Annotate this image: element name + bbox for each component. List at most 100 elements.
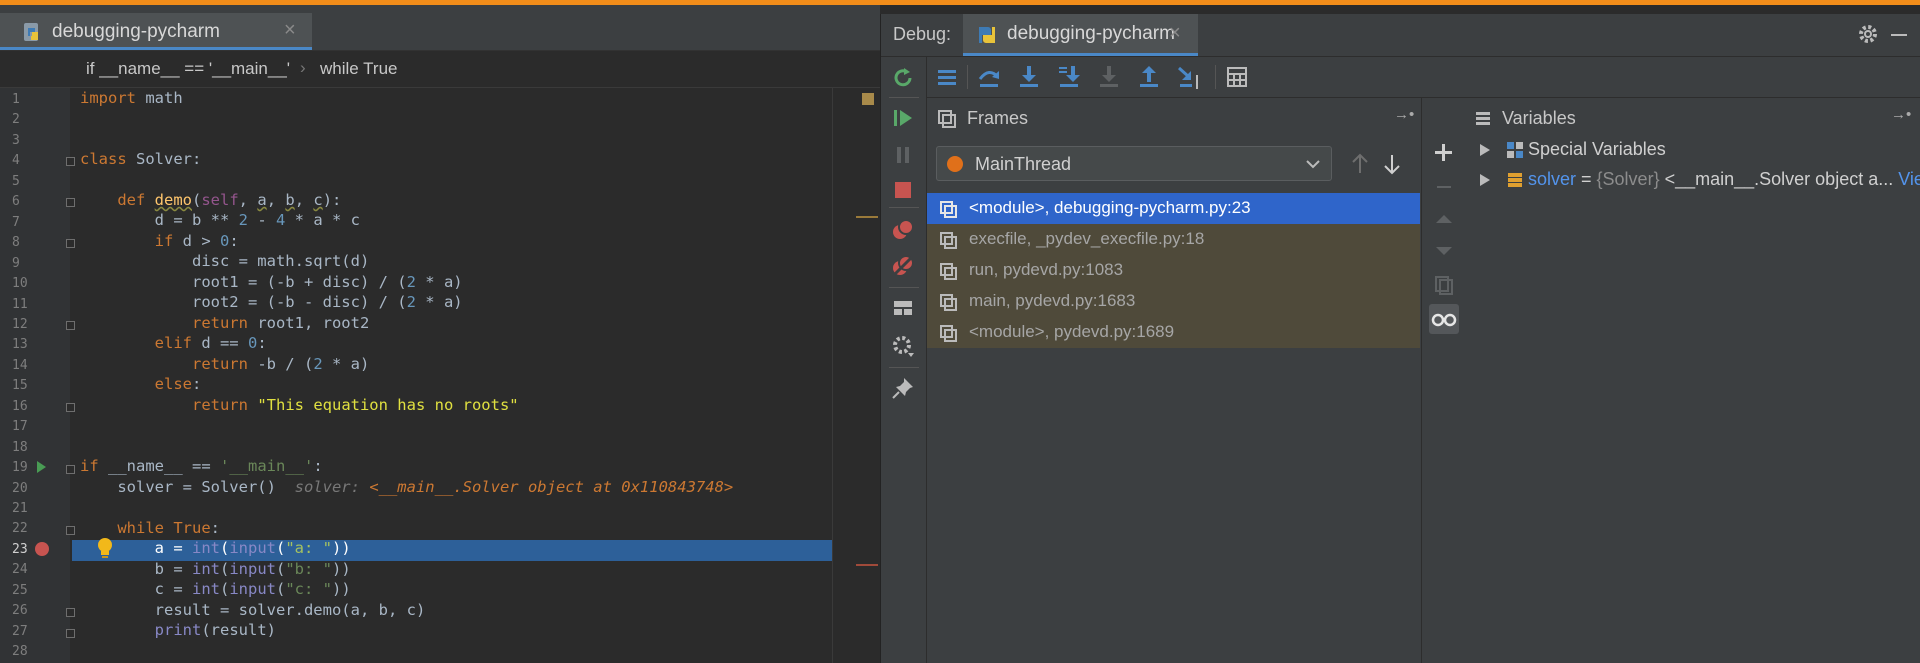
close-icon[interactable]: ×: [1169, 22, 1181, 45]
debug-stepping-toolbar: [927, 57, 1920, 98]
variable-row-solver[interactable]: solver = {Solver} <__main__.Solver objec…: [1466, 166, 1920, 194]
hide-panel-icon[interactable]: →•: [1891, 106, 1911, 123]
duplicate-watch-icon[interactable]: [1429, 270, 1459, 300]
debug-tab-debugging-pycharm[interactable]: debugging-pycharm ×: [963, 14, 1198, 56]
editor-error-stripe[interactable]: [832, 88, 881, 663]
evaluate-expression-icon[interactable]: [1223, 63, 1251, 91]
toolbar-separator: [967, 65, 968, 89]
step-into-my-code-icon[interactable]: [1055, 63, 1083, 91]
variable-name: solver: [1528, 169, 1577, 189]
line-number: 18: [12, 439, 28, 455]
force-step-into-icon[interactable]: [1095, 63, 1123, 91]
pin-icon[interactable]: [890, 375, 916, 401]
fold-marker[interactable]: [66, 629, 75, 638]
frame-item[interactable]: main, pydevd.py:1683: [927, 286, 1420, 317]
frame-item[interactable]: <module>, pydevd.py:1689: [927, 317, 1420, 348]
warning-indicator-icon[interactable]: [862, 93, 874, 105]
debug-tool-window: Debug: debugging-pycharm × Frames →• Mai…: [880, 14, 1920, 663]
lightbulb-icon[interactable]: [95, 536, 115, 565]
fold-marker[interactable]: [66, 239, 75, 248]
editor-tab-label: debugging-pycharm: [52, 21, 220, 42]
frame-item[interactable]: <module>, debugging-pycharm.py:23: [927, 193, 1420, 224]
step-into-icon[interactable]: [1015, 63, 1043, 91]
line-number: 16: [12, 398, 28, 414]
run-to-cursor-icon[interactable]: [1175, 63, 1203, 91]
frame-item[interactable]: execfile, _pydev_execfile.py:18: [927, 224, 1420, 255]
variables-toolbar: [1421, 98, 1467, 663]
fold-marker[interactable]: [66, 608, 75, 617]
fold-marker[interactable]: [66, 526, 75, 535]
line-number: 19: [12, 460, 28, 476]
breadcrumb-separator: ›: [300, 58, 306, 77]
code-line-20: solver = Solver() solver: <__main__.Solv…: [80, 478, 734, 496]
code-area[interactable]: import math class Solver: def demo(self,…: [0, 88, 832, 663]
python-file-icon: [22, 22, 44, 49]
inline-debug-hint-label: solver:: [294, 478, 360, 496]
move-down-icon[interactable]: [1429, 236, 1459, 266]
previous-frame-icon[interactable]: [1349, 152, 1371, 181]
frames-icon: [937, 109, 957, 134]
gear-icon[interactable]: [1856, 22, 1880, 51]
minimize-icon[interactable]: [1891, 34, 1907, 36]
rerun-icon[interactable]: [890, 65, 916, 91]
line-number: 17: [12, 419, 28, 435]
frame-icon: [939, 231, 959, 256]
fold-marker[interactable]: [66, 321, 75, 330]
remove-watch-icon[interactable]: [1429, 172, 1459, 202]
show-execution-point-icon[interactable]: [933, 63, 961, 91]
variable-row-special[interactable]: Special Variables: [1466, 136, 1920, 164]
add-watch-icon[interactable]: [1429, 138, 1459, 168]
code-line-9: disc = math.sqrt(d): [80, 252, 370, 270]
editor-tab-debugging-pycharm[interactable]: debugging-pycharm ×: [0, 13, 312, 50]
step-over-icon[interactable]: [975, 63, 1003, 91]
restore-layout-icon[interactable]: [890, 295, 916, 321]
line-number: 21: [12, 501, 28, 516]
debug-header: Debug: debugging-pycharm ×: [881, 14, 1920, 57]
warning-stripe-mark[interactable]: [856, 216, 878, 218]
show-watches-glasses-icon[interactable]: [1429, 304, 1459, 334]
line-number: 13: [12, 337, 28, 353]
line-number: 10: [12, 276, 28, 292]
breadcrumb-item-while-true[interactable]: while True: [320, 59, 397, 79]
resume-icon[interactable]: [890, 105, 916, 131]
line-number: 5: [12, 173, 20, 189]
view-value-link[interactable]: View: [1893, 169, 1920, 189]
close-icon[interactable]: ×: [284, 19, 296, 42]
line-number: 12: [12, 316, 28, 332]
fold-marker[interactable]: [66, 403, 75, 412]
line-number: 20: [12, 480, 28, 496]
debug-title: Debug:: [893, 24, 952, 44]
special-variables-icon: [1506, 141, 1524, 164]
line-number: 3: [12, 132, 20, 148]
fold-marker[interactable]: [66, 198, 75, 207]
breadcrumb-item-if-main[interactable]: if __name__ == '__main__': [86, 59, 290, 79]
expand-triangle-icon[interactable]: [1480, 174, 1490, 186]
code-line-27: print(result): [154, 621, 276, 639]
code-line-19: if __name__ == '__main__':: [80, 457, 323, 475]
line-number: 27: [12, 623, 28, 639]
line-number: 6: [12, 194, 20, 210]
stop-icon[interactable]: [890, 177, 916, 203]
thread-selector[interactable]: MainThread: [936, 146, 1332, 181]
settings-icon[interactable]: [890, 333, 916, 359]
hide-panel-icon[interactable]: →•: [1394, 106, 1414, 123]
fold-marker[interactable]: [66, 465, 75, 474]
move-up-icon[interactable]: [1429, 204, 1459, 234]
variables-title: Variables: [1502, 108, 1576, 128]
step-out-icon[interactable]: [1135, 63, 1163, 91]
view-breakpoints-icon[interactable]: [890, 217, 916, 243]
pause-icon[interactable]: [890, 142, 916, 168]
line-number: 7: [12, 214, 20, 230]
frame-label: execfile, _pydev_execfile.py:18: [969, 229, 1205, 248]
next-frame-icon[interactable]: [1381, 152, 1403, 181]
mute-breakpoints-icon[interactable]: [890, 253, 916, 279]
code-line-8: if d > 0:: [154, 232, 239, 250]
breakpoint-stripe-mark[interactable]: [856, 564, 878, 566]
fold-marker[interactable]: [66, 157, 75, 166]
code-line-6: def demo(self, a, b, c):: [117, 191, 342, 209]
code-editor: debugging-pycharm × if __name__ == '__ma…: [0, 5, 881, 663]
frame-item[interactable]: run, pydevd.py:1083: [927, 255, 1420, 286]
expand-triangle-icon[interactable]: [1480, 144, 1490, 156]
code-line-12: return root1, root2: [191, 314, 370, 332]
line-number: 24: [12, 562, 28, 578]
